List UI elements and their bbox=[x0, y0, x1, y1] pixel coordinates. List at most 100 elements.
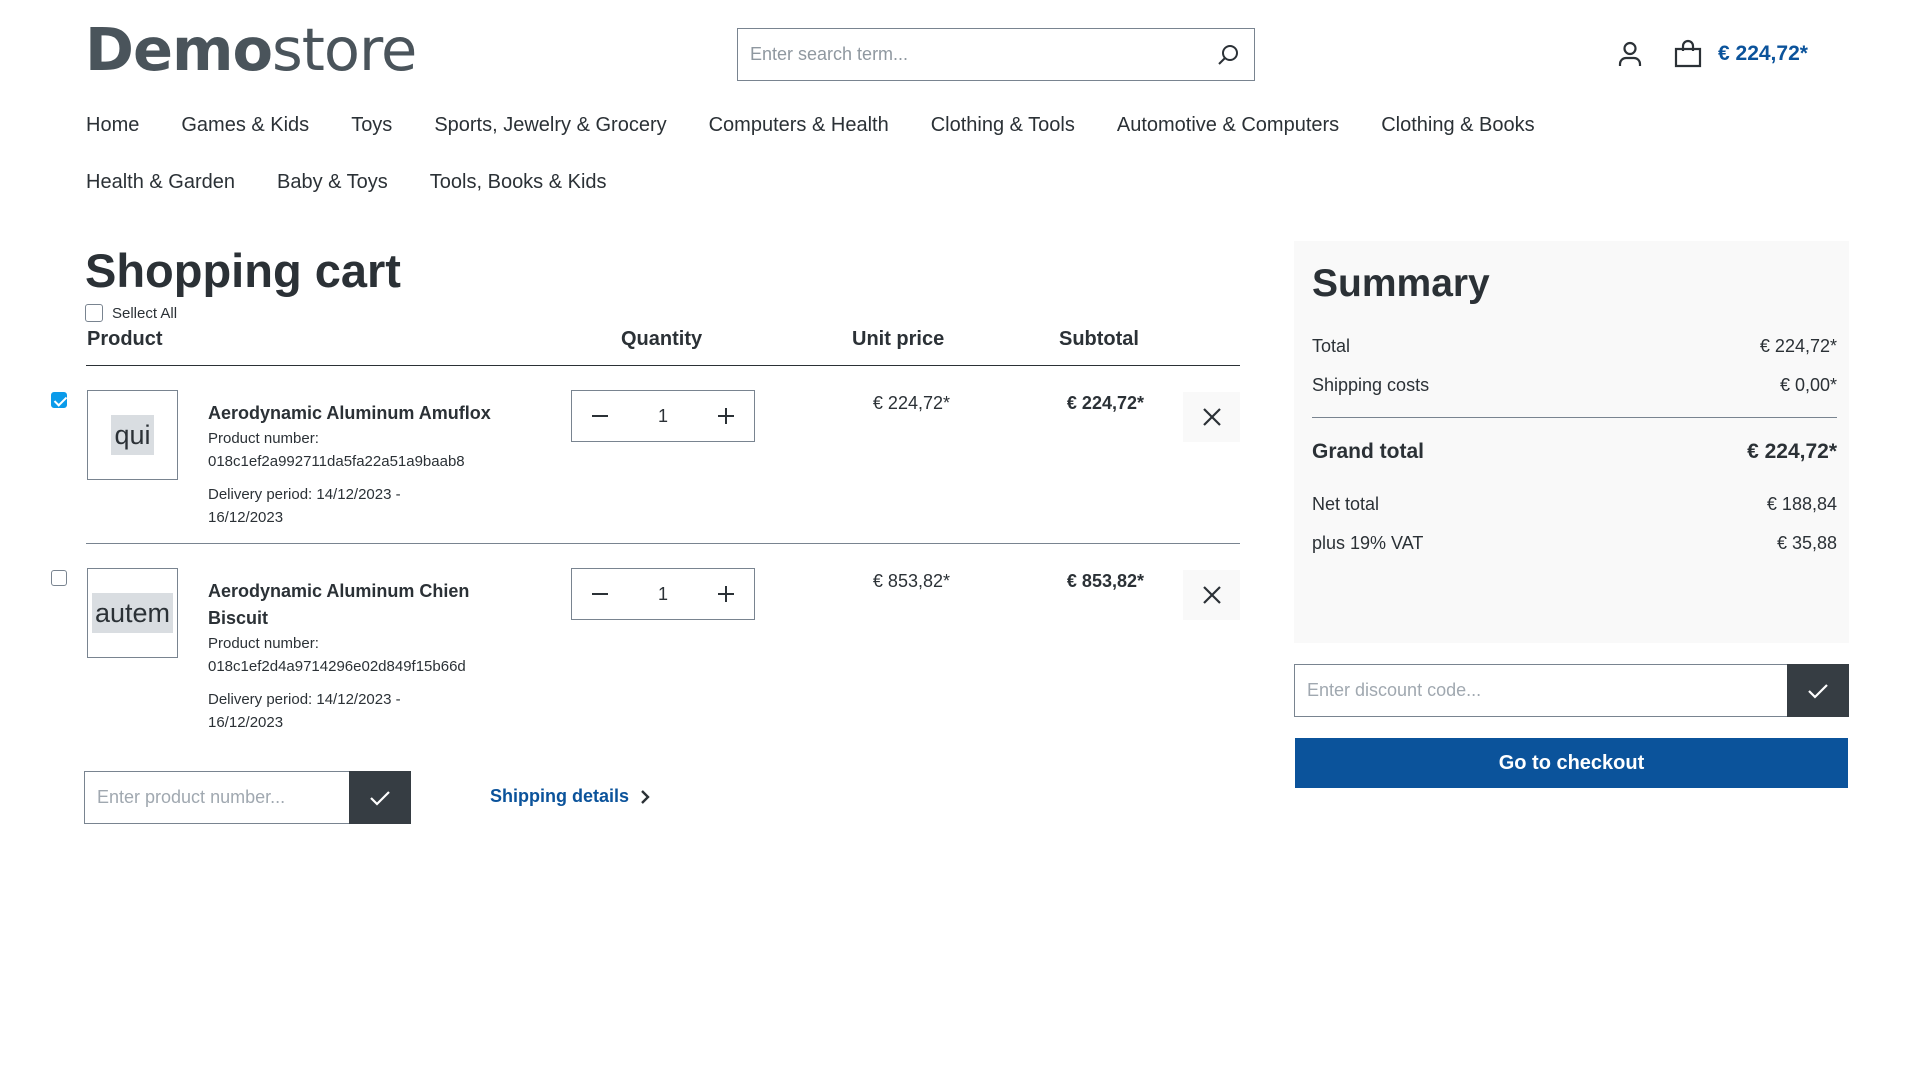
nav-item-baby-toys[interactable]: Baby & Toys bbox=[277, 168, 388, 196]
shipping-costs-label: Shipping costs bbox=[1312, 375, 1430, 395]
header-cart-total[interactable]: € 224,72* bbox=[1718, 42, 1808, 66]
product-number-label: Product number: bbox=[208, 635, 319, 652]
page-title: Shopping cart bbox=[85, 244, 401, 297]
add-product-form bbox=[84, 771, 411, 824]
discount-code-input[interactable] bbox=[1294, 664, 1787, 717]
quantity-stepper bbox=[571, 568, 755, 620]
product-number: 018c1ef2a992711da5fa22a51a9baab8 bbox=[208, 453, 465, 470]
cart-line-item: autem Aerodynamic Aluminum Chien Biscuit… bbox=[51, 545, 1240, 735]
line-item-checkbox[interactable] bbox=[51, 570, 67, 586]
nav-item-games-kids[interactable]: Games & Kids bbox=[181, 111, 309, 139]
delivery-period: Delivery period: 14/12/2023 - bbox=[208, 486, 401, 503]
summary-divider bbox=[1312, 417, 1837, 418]
delivery-period-end: 16/12/2023 bbox=[208, 509, 284, 526]
remove-item-button[interactable] bbox=[1183, 392, 1240, 442]
search-button[interactable] bbox=[1202, 29, 1254, 80]
nav-item-automotive-computers[interactable]: Automotive & Computers bbox=[1117, 111, 1339, 139]
product-number: 018c1ef2d4a9714296e02d849f15b66d bbox=[208, 658, 466, 675]
nav-item-toys[interactable]: Toys bbox=[351, 111, 392, 139]
shipping-costs-value: € 0,00* bbox=[1779, 375, 1837, 395]
total-label: Total bbox=[1312, 336, 1351, 356]
select-all-label: Sellect All bbox=[112, 304, 178, 322]
line-subtotal: € 224,72* bbox=[1066, 393, 1144, 413]
product-info: Aerodynamic Aluminum Amuflox Product num… bbox=[208, 400, 518, 529]
close-icon bbox=[1202, 408, 1221, 426]
account-button[interactable] bbox=[1610, 34, 1650, 74]
vat-label: plus 19% VAT bbox=[1312, 533, 1424, 553]
increase-quantity-button[interactable] bbox=[698, 569, 754, 619]
decrease-quantity-button[interactable] bbox=[572, 569, 628, 619]
plus-icon bbox=[718, 408, 734, 424]
search-input[interactable] bbox=[738, 29, 1202, 80]
shipping-details-link[interactable]: Shipping details bbox=[490, 786, 651, 807]
delivery-period: Delivery period: 14/12/2023 - bbox=[208, 691, 401, 708]
nav-item-clothing-books[interactable]: Clothing & Books bbox=[1381, 111, 1534, 139]
shipping-details-label: Shipping details bbox=[490, 786, 630, 806]
nav-item-tools-books-kids[interactable]: Tools, Books & Kids bbox=[430, 168, 607, 196]
vat-value: € 35,88 bbox=[1776, 533, 1837, 553]
store-logo[interactable]: Demostore bbox=[85, 15, 417, 84]
select-all-checkbox[interactable] bbox=[85, 304, 103, 322]
search-icon bbox=[1218, 44, 1238, 65]
summary-vat-row: plus 19% VAT € 35,88 bbox=[1312, 533, 1837, 554]
line-item-checkbox[interactable] bbox=[51, 392, 67, 408]
summary-grand-total-row: Grand total € 224,72* bbox=[1312, 440, 1837, 464]
column-header-quantity: Quantity bbox=[621, 328, 703, 350]
quantity-input[interactable] bbox=[628, 569, 698, 619]
net-total-value: € 188,84 bbox=[1766, 494, 1837, 514]
nav-item-computers-health[interactable]: Computers & Health bbox=[709, 111, 889, 139]
line-subtotal: € 853,82* bbox=[1066, 571, 1144, 591]
decrease-quantity-button[interactable] bbox=[572, 391, 628, 441]
delivery-period-end: 16/12/2023 bbox=[208, 714, 284, 731]
nav-item-sports-jewelry-grocery[interactable]: Sports, Jewelry & Grocery bbox=[434, 111, 666, 139]
quantity-input[interactable] bbox=[628, 391, 698, 441]
grand-total-value: € 224,72* bbox=[1747, 440, 1837, 463]
product-thumbnail[interactable]: autem bbox=[87, 568, 178, 658]
close-icon bbox=[1202, 586, 1221, 604]
nav-item-health-garden[interactable]: Health & Garden bbox=[86, 168, 235, 196]
search-bar bbox=[737, 28, 1255, 81]
logo-bold-text: Demo bbox=[85, 15, 273, 84]
cart-button[interactable] bbox=[1668, 34, 1708, 74]
minus-icon bbox=[592, 593, 608, 595]
checkmark-icon bbox=[1808, 683, 1828, 699]
nav-item-home[interactable]: Home bbox=[86, 111, 139, 139]
select-all[interactable]: Sellect All bbox=[85, 304, 177, 322]
unit-price: € 224,72* bbox=[872, 393, 950, 413]
apply-discount-button[interactable] bbox=[1787, 664, 1849, 717]
logo-light-text: store bbox=[272, 15, 417, 84]
product-name[interactable]: Aerodynamic Aluminum Amuflox bbox=[208, 400, 518, 427]
cart-table-header: Product Quantity Unit price Subtotal bbox=[86, 328, 1240, 366]
total-value: € 224,72* bbox=[1759, 336, 1837, 356]
product-number-label: Product number: bbox=[208, 430, 319, 447]
net-total-label: Net total bbox=[1312, 494, 1380, 514]
summary-total-row: Total € 224,72* bbox=[1312, 336, 1837, 357]
plus-icon bbox=[718, 586, 734, 602]
go-to-checkout-button[interactable]: Go to checkout bbox=[1295, 738, 1848, 788]
user-icon bbox=[1618, 41, 1642, 66]
thumbnail-text: qui bbox=[111, 415, 154, 455]
add-product-button[interactable] bbox=[349, 771, 411, 824]
summary-title: Summary bbox=[1312, 262, 1490, 305]
chevron-right-icon bbox=[641, 789, 650, 804]
column-header-subtotal: Subtotal bbox=[1059, 328, 1139, 350]
discount-form bbox=[1294, 664, 1849, 717]
increase-quantity-button[interactable] bbox=[698, 391, 754, 441]
grand-total-label: Grand total bbox=[1312, 440, 1425, 463]
minus-icon bbox=[592, 415, 608, 417]
thumbnail-text: autem bbox=[91, 593, 174, 633]
nav-item-clothing-tools[interactable]: Clothing & Tools bbox=[931, 111, 1075, 139]
checkmark-icon bbox=[370, 790, 390, 806]
product-name[interactable]: Aerodynamic Aluminum Chien Biscuit bbox=[208, 578, 508, 632]
cart-line-item: qui Aerodynamic Aluminum Amuflox Product… bbox=[51, 367, 1240, 544]
order-summary: Summary Total € 224,72* Shipping costs €… bbox=[1294, 241, 1849, 643]
main-navigation: Home Games & Kids Toys Sports, Jewelry &… bbox=[86, 111, 1686, 196]
product-thumbnail[interactable]: qui bbox=[87, 390, 178, 480]
summary-net-total-row: Net total € 188,84 bbox=[1312, 494, 1837, 515]
column-header-product: Product bbox=[87, 328, 163, 350]
column-header-unit-price: Unit price bbox=[852, 328, 945, 350]
header-actions: € 224,72* bbox=[1610, 34, 1808, 74]
remove-item-button[interactable] bbox=[1183, 570, 1240, 620]
summary-shipping-row: Shipping costs € 0,00* bbox=[1312, 375, 1837, 396]
product-number-input[interactable] bbox=[84, 771, 349, 824]
